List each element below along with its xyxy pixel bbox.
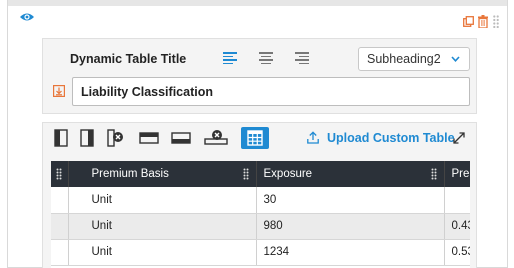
chevron-down-icon <box>451 56 460 62</box>
heading-style-value: Subheading2 <box>367 52 441 66</box>
table-cell[interactable]: Unit <box>68 213 257 240</box>
card-top-bar <box>8 0 507 6</box>
trash-icon[interactable] <box>478 15 488 28</box>
insert-column-left-icon[interactable] <box>49 127 73 149</box>
table-cell[interactable]: 30 <box>256 187 445 214</box>
row-handle-cell[interactable] <box>51 213 69 240</box>
column-header-premium-basis[interactable]: Premium Basis <box>68 161 257 187</box>
heading-style-select[interactable]: Subheading2 <box>358 47 470 71</box>
align-left-icon[interactable] <box>223 52 237 65</box>
drag-handle-icon[interactable] <box>493 15 499 28</box>
table-grid-icon[interactable] <box>241 127 269 149</box>
table-row[interactable]: Unit 30 <box>51 187 470 214</box>
insert-below-icon[interactable] <box>53 85 65 97</box>
table-cell[interactable]: 980 <box>256 213 445 240</box>
copy-icon[interactable] <box>463 16 474 27</box>
align-right-icon[interactable] <box>295 52 309 65</box>
expand-icon[interactable] <box>452 131 466 145</box>
table-title-input[interactable]: Liability Classification <box>72 77 470 106</box>
column-header-exposure[interactable]: Exposure <box>256 161 445 187</box>
row-handle-cell[interactable] <box>51 239 69 266</box>
insert-row-above-icon[interactable] <box>137 127 161 149</box>
title-settings-panel: Dynamic Table Title Subheading2 Liabilit… <box>42 38 477 114</box>
drag-grip-icon[interactable] <box>56 168 62 180</box>
insert-column-right-icon[interactable] <box>75 127 99 149</box>
column-header-premium[interactable]: Prem <box>444 161 470 187</box>
data-table: Premium Basis Exposure Pre Unit 30 Unit … <box>51 161 470 268</box>
table-row[interactable]: Unit 1234 0.53 <box>51 239 470 266</box>
table-header-row: Premium Basis Exposure Pre <box>51 161 470 187</box>
upload-custom-table-link[interactable]: Upload Custom Table <box>327 131 455 145</box>
table-cell[interactable] <box>444 187 470 214</box>
row-handle-cell[interactable] <box>51 187 69 214</box>
table-cell[interactable]: 0.43 <box>444 213 470 240</box>
table-row[interactable]: Unit 980 0.43 <box>51 213 470 240</box>
table-editor-panel: Upload Custom Table Premium Basis Exposu… <box>42 122 477 268</box>
align-center-icon[interactable] <box>259 52 273 65</box>
drag-grip-icon[interactable] <box>243 168 249 180</box>
drag-grip-icon[interactable] <box>431 168 437 180</box>
table-cell[interactable]: 1234 <box>256 239 445 266</box>
delete-column-icon[interactable] <box>103 127 127 149</box>
upload-icon[interactable] <box>307 131 319 144</box>
table-cell[interactable]: Unit <box>68 239 257 266</box>
eye-icon[interactable] <box>19 11 35 23</box>
title-label: Dynamic Table Title <box>70 52 187 66</box>
insert-row-below-icon[interactable] <box>169 127 193 149</box>
table-cell[interactable]: 0.53 <box>444 239 470 266</box>
table-cell[interactable]: Unit <box>68 187 257 214</box>
component-card: Dynamic Table Title Subheading2 Liabilit… <box>7 0 508 268</box>
delete-row-icon[interactable] <box>203 127 231 149</box>
row-handle-header <box>51 161 69 187</box>
